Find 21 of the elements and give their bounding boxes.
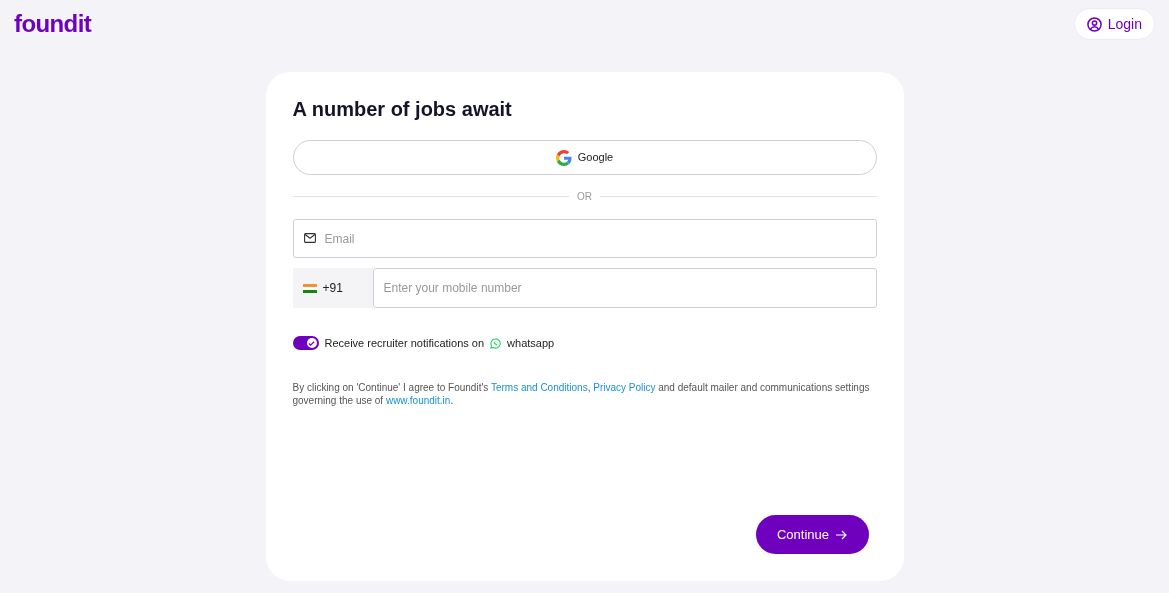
notification-label: Receive recruiter notifications on xyxy=(324,336,485,351)
mobile-number-field[interactable]: Enter your mobile number xyxy=(372,268,877,308)
email-field[interactable]: Email xyxy=(292,219,877,258)
login-button[interactable]: Login xyxy=(1073,8,1155,40)
consent-text: By clicking on 'Continue' I agree to Foundit's Terms and Conditions, Privacy Policy and default mailer and communications settings governing the use of www.foundit.in. xyxy=(292,380,871,407)
continue-button[interactable]: Continue xyxy=(755,515,869,554)
logo[interactable]: foundit xyxy=(14,6,92,42)
flag-icon xyxy=(302,283,317,293)
google-icon xyxy=(555,149,572,166)
consent-link[interactable]: Terms and Conditions xyxy=(490,381,588,393)
whatsapp-label: whatsapp xyxy=(507,336,555,351)
arrow-right-icon xyxy=(835,529,847,540)
divider-label: OR xyxy=(577,190,592,204)
mail-icon xyxy=(303,233,316,243)
whatsapp-icon xyxy=(490,337,502,349)
consent-link[interactable]: Privacy Policy xyxy=(593,381,656,393)
user-icon xyxy=(1086,16,1102,32)
check-icon xyxy=(308,339,315,347)
country-code-selector[interactable]: +91 xyxy=(292,268,373,308)
whatsapp-toggle[interactable] xyxy=(292,336,319,351)
card-title: A number of jobs await xyxy=(292,97,513,122)
